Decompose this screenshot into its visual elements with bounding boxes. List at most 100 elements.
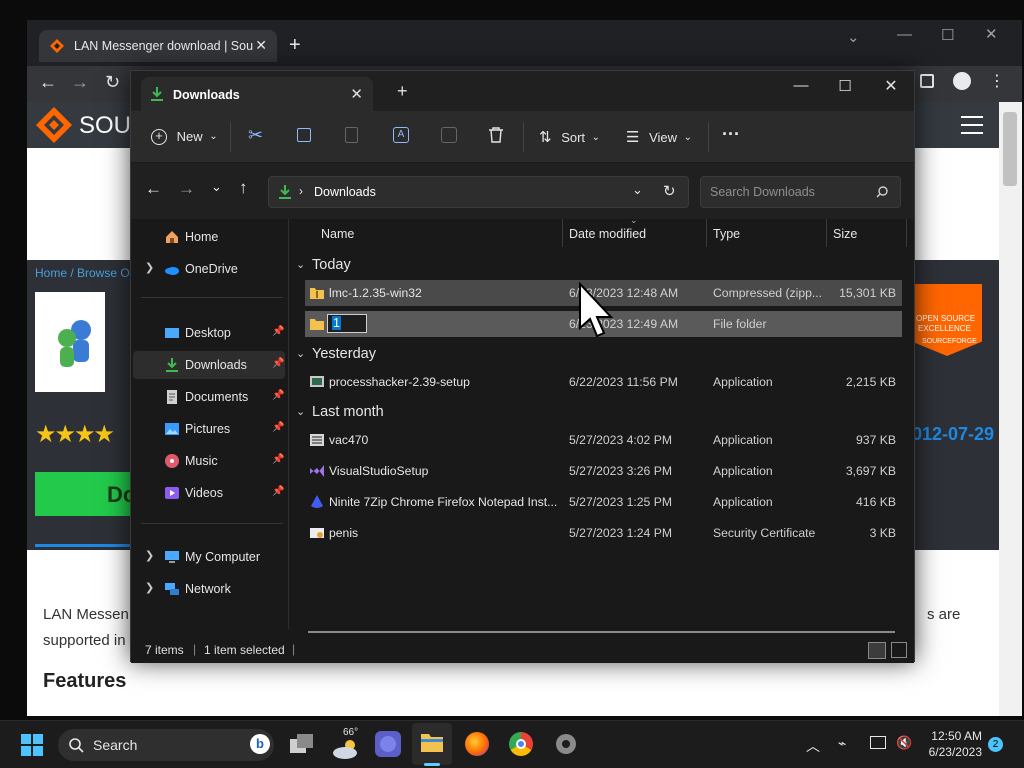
nav-item-home[interactable]: Home (133, 223, 285, 251)
hamburger-menu-icon[interactable] (961, 116, 983, 134)
bing-icon[interactable]: b (250, 734, 270, 754)
browser-menu-icon[interactable]: ⋮ (989, 71, 1005, 91)
browser-tab[interactable]: LAN Messenger download | Sou ✕ (39, 30, 277, 62)
address-path[interactable]: Downloads (314, 185, 376, 199)
column-date-modified[interactable]: Date modified (569, 227, 646, 241)
details-view-icon[interactable] (868, 642, 886, 659)
weather-widget[interactable]: 66° (330, 727, 364, 763)
breadcrumb[interactable]: Home / Browse Op (35, 266, 136, 280)
reload-icon[interactable]: ↻ (105, 72, 120, 93)
refresh-icon[interactable]: ↻ (663, 182, 676, 200)
new-tab-button[interactable]: + (397, 81, 408, 102)
group-header-yesterday[interactable]: ⌄ Yesterday (296, 346, 376, 362)
file-row[interactable]: processhacker-2.39-setup 6/22/2023 11:56… (305, 369, 902, 395)
download-button[interactable]: Do (35, 472, 136, 516)
file-row[interactable]: Ninite 7Zip Chrome Firefox Notepad Inst.… (305, 489, 902, 515)
start-button[interactable] (21, 734, 43, 756)
taskbar-file-explorer[interactable] (412, 723, 452, 766)
display-icon[interactable] (870, 736, 886, 749)
back-arrow-icon[interactable]: ← (39, 72, 57, 93)
horizontal-scrollbar[interactable] (308, 631, 895, 633)
settings-gear-icon[interactable] (553, 731, 579, 757)
file-row[interactable]: VisualStudioSetup 5/27/2023 3:26 PM Appl… (305, 458, 902, 484)
rename-icon[interactable]: A (393, 127, 409, 143)
paste-icon[interactable] (345, 127, 358, 143)
show-hidden-icons-icon[interactable]: ︿ (806, 736, 820, 756)
view-button[interactable]: ☰ View ⌄ (626, 128, 692, 146)
chevron-right-icon[interactable]: ❯ (145, 261, 154, 274)
copy-icon[interactable] (297, 128, 311, 142)
back-arrow-icon[interactable]: ← (145, 179, 162, 199)
chevron-right-icon[interactable]: ❯ (145, 549, 154, 562)
chevron-right-icon[interactable]: ❯ (145, 581, 154, 594)
sort-button[interactable]: ⇅ Sort ⌄ (539, 128, 600, 146)
column-size[interactable]: Size (833, 227, 857, 241)
recent-locations-icon[interactable]: ⌄ (211, 179, 222, 195)
nav-item-downloads[interactable]: Downloads 📌 (133, 351, 285, 379)
clock-time[interactable]: 12:50 AM (928, 729, 982, 743)
cut-icon[interactable]: ✂ (248, 125, 263, 146)
nav-item-desktop[interactable]: Desktop 📌 (133, 319, 285, 347)
nav-item-network[interactable]: ❯ Network (133, 575, 285, 603)
forward-arrow-icon[interactable]: → (178, 179, 195, 199)
taskbar-search[interactable]: Search b (58, 729, 274, 761)
group-header-last-month[interactable]: ⌄ Last month (296, 404, 384, 420)
minimize-button[interactable]: — (778, 77, 824, 94)
column-divider[interactable] (706, 219, 707, 247)
forward-arrow-icon[interactable]: → (71, 72, 89, 93)
new-tab-button[interactable]: + (289, 34, 301, 57)
file-name: Ninite 7Zip Chrome Firefox Notepad Inst.… (329, 495, 558, 509)
explorer-tab[interactable]: Downloads ✕ (141, 77, 373, 111)
file-row[interactable]: penis 5/27/2023 1:24 PM Security Certifi… (305, 520, 902, 546)
rename-input[interactable]: 1 (327, 314, 367, 333)
page-scrollbar[interactable] (999, 102, 1022, 716)
network-disconnected-icon[interactable]: ⌁ (838, 735, 846, 752)
teams-meet-button[interactable] (375, 731, 401, 757)
column-type[interactable]: Type (713, 227, 740, 241)
page-scrollbar-thumb[interactable] (1003, 112, 1017, 186)
column-divider[interactable] (826, 219, 827, 247)
file-type: Application (713, 464, 773, 478)
see-more-icon[interactable]: ··· (722, 124, 740, 145)
nav-item-onedrive[interactable]: ❯ OneDrive (133, 255, 285, 283)
close-tab-icon[interactable]: ✕ (255, 37, 267, 54)
task-view-button[interactable] (290, 734, 314, 756)
column-divider[interactable] (562, 219, 563, 247)
browser-maximize-button[interactable]: ☐ (941, 26, 954, 44)
notification-badge[interactable]: 2 (988, 737, 1003, 752)
delete-icon[interactable] (488, 126, 504, 144)
nav-item-music[interactable]: Music 📌 (133, 447, 285, 475)
file-explorer-window: Downloads ✕ + — ☐ ✕ + New ⌄ ✂ A ⇅ Sort ⌄… (130, 70, 915, 663)
sidebar-icon[interactable] (920, 74, 934, 88)
firefox-icon[interactable] (465, 732, 489, 756)
share-icon[interactable] (441, 127, 457, 143)
sourceforge-logo-icon[interactable] (35, 106, 73, 144)
tab-search-icon[interactable]: ⌄ (847, 28, 860, 46)
address-row: ← → ⌄ ↑ › Downloads ⌄ ↻ Search Downloads (131, 163, 914, 219)
address-history-icon[interactable]: ⌄ (632, 182, 643, 198)
up-arrow-icon[interactable]: ↑ (239, 178, 248, 198)
chrome-icon[interactable] (509, 732, 533, 756)
browser-minimize-button[interactable]: — (897, 26, 912, 43)
nav-item-pictures[interactable]: Pictures 📌 (133, 415, 285, 443)
nav-item-videos[interactable]: Videos 📌 (133, 479, 285, 507)
file-row[interactable]: vac470 5/27/2023 4:02 PM Application 937… (305, 427, 902, 453)
address-bar[interactable]: › Downloads ⌄ ↻ (268, 176, 689, 208)
search-input[interactable]: Search Downloads (700, 176, 901, 208)
browser-close-button[interactable]: ✕ (985, 25, 998, 43)
profile-avatar-icon[interactable] (953, 72, 971, 90)
close-tab-icon[interactable]: ✕ (350, 85, 363, 103)
oss-excellence-badge: OPEN SOURCE EXCELLENCE SOURCEFORGE (912, 284, 982, 356)
volume-muted-icon[interactable]: 🔇 (896, 735, 912, 751)
new-button[interactable]: + New ⌄ (151, 128, 218, 145)
column-divider[interactable] (906, 219, 907, 247)
maximize-button[interactable]: ☐ (822, 77, 868, 95)
nav-item-my-computer[interactable]: ❯ My Computer (133, 543, 285, 571)
close-window-button[interactable]: ✕ (868, 76, 914, 96)
tiles-view-icon[interactable] (891, 642, 907, 658)
nav-item-documents[interactable]: Documents 📌 (133, 383, 285, 411)
clock-date[interactable]: 6/23/2023 (924, 745, 982, 759)
active-indicator (424, 763, 440, 766)
group-header-today[interactable]: ⌄ Today (296, 257, 351, 273)
column-name[interactable]: Name (321, 227, 354, 241)
